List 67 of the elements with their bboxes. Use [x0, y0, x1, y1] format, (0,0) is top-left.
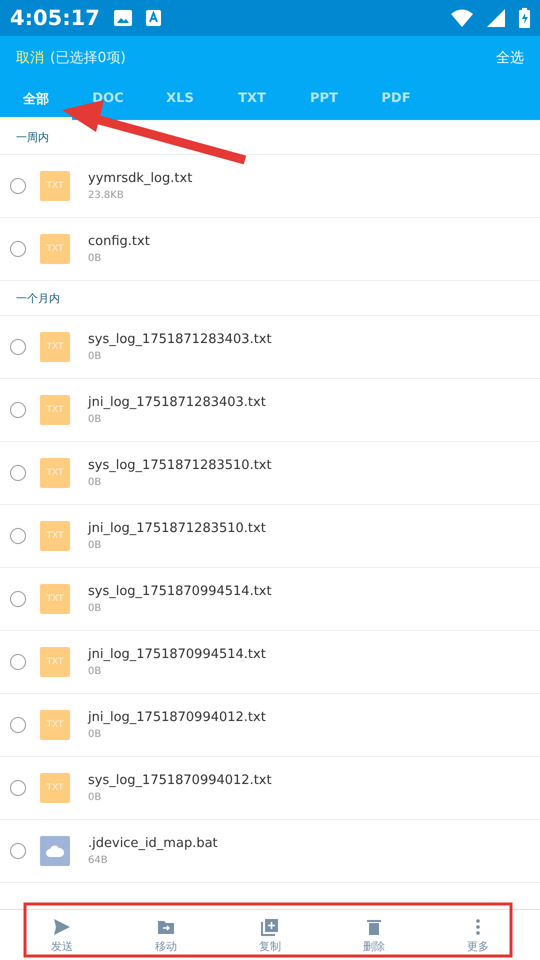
txt-file-icon: TXT	[40, 773, 70, 803]
file-size: 0B	[88, 603, 102, 614]
radio-button[interactable]	[10, 402, 26, 418]
file-size: 0B	[88, 666, 102, 677]
tab[interactable]: XLS	[144, 80, 216, 120]
file-name: yymrsdk_log.txt	[88, 171, 192, 186]
txt-file-icon: TXT	[40, 584, 70, 614]
cloud-file-icon	[40, 836, 70, 866]
signal-icon	[487, 9, 505, 27]
section-header: 一个月内	[0, 281, 540, 316]
file-size: 64B	[88, 855, 109, 866]
txt-file-icon: TXT	[40, 171, 70, 201]
txt-file-icon: TXT	[40, 332, 70, 362]
radio-button[interactable]	[10, 780, 26, 796]
file-name: jni_log_1751871283403.txt	[88, 395, 266, 410]
file-size: 0B	[88, 729, 102, 740]
tab[interactable]: DOC	[72, 80, 144, 120]
copy-icon	[260, 916, 280, 936]
file-name: sys_log_1751870994514.txt	[88, 584, 272, 599]
file-name: jni_log_1751870994514.txt	[88, 647, 266, 662]
txt-file-icon: TXT	[40, 710, 70, 740]
file-size: 0B	[88, 414, 102, 425]
file-size: 23.8KB	[88, 190, 125, 201]
selection-count: (已选择0项)	[50, 49, 127, 67]
txt-file-icon: TXT	[40, 395, 70, 425]
radio-button[interactable]	[10, 241, 26, 257]
battery-icon	[519, 8, 530, 28]
cancel-button[interactable]: 取消	[16, 49, 44, 67]
send-button[interactable]: 发送	[45, 914, 79, 956]
file-size: 0B	[88, 253, 102, 264]
txt-file-icon: TXT	[40, 647, 70, 677]
status-time: 4:05:17	[10, 6, 100, 30]
file-size: 0B	[88, 477, 102, 488]
text-icon	[146, 10, 161, 26]
tab[interactable]: PPT	[288, 80, 360, 120]
radio-button[interactable]	[10, 465, 26, 481]
file-size: 0B	[88, 351, 102, 362]
delete-button[interactable]: 删除	[357, 914, 391, 956]
txt-file-icon: TXT	[40, 234, 70, 264]
tab[interactable]: TXT	[216, 80, 288, 120]
radio-button[interactable]	[10, 528, 26, 544]
copy-button[interactable]: 复制	[253, 914, 287, 956]
more-button[interactable]: 更多	[461, 914, 495, 956]
radio-button[interactable]	[10, 843, 26, 859]
file-name: sys_log_1751871283510.txt	[88, 458, 272, 473]
file-name: sys_log_1751870994012.txt	[88, 773, 272, 788]
radio-button[interactable]	[10, 591, 26, 607]
radio-button[interactable]	[10, 654, 26, 670]
tab[interactable]: PDF	[360, 80, 432, 120]
image-icon	[114, 10, 132, 26]
move-button[interactable]: 移动	[149, 914, 183, 956]
file-name: jni_log_1751870994012.txt	[88, 710, 266, 725]
file-name: .jdevice_id_map.bat	[88, 836, 218, 851]
file-name: config.txt	[88, 234, 150, 249]
file-size: 0B	[88, 540, 102, 551]
file-size: 0B	[88, 792, 102, 803]
file-name: jni_log_1751871283510.txt	[88, 521, 266, 536]
wifi-icon	[451, 9, 473, 27]
file-name: sys_log_1751871283403.txt	[88, 332, 272, 347]
radio-button[interactable]	[10, 717, 26, 733]
more-icon	[475, 916, 481, 936]
txt-file-icon: TXT	[40, 458, 70, 488]
radio-button[interactable]	[10, 339, 26, 355]
radio-button[interactable]	[10, 178, 26, 194]
send-icon	[52, 916, 72, 936]
select-all-button[interactable]: 全选	[496, 49, 524, 67]
txt-file-icon: TXT	[40, 521, 70, 551]
